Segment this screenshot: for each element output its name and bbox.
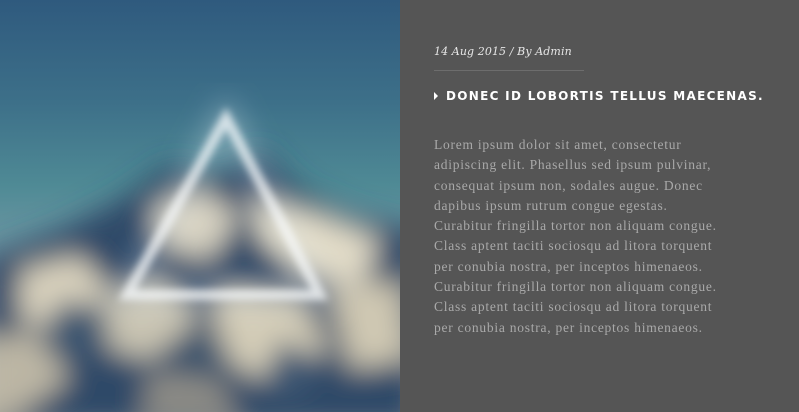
post-title-text[interactable]: DONEC ID LOBORTIS TELLUS MAECENAS. [446,89,764,103]
caret-right-icon [434,92,438,100]
blog-post-card: 14 Aug 2015 / By Admin DONEC ID LOBORTIS… [0,0,799,412]
blurred-mountain-triangle-image [0,95,400,412]
post-meta[interactable]: 14 Aug 2015 / By Admin [434,45,572,58]
post-title[interactable]: DONEC ID LOBORTIS TELLUS MAECENAS. [434,89,764,103]
post-featured-image[interactable] [0,0,400,412]
post-content: 14 Aug 2015 / By Admin DONEC ID LOBORTIS… [400,0,799,412]
meta-divider [434,70,584,71]
post-excerpt: Lorem ipsum dolor sit amet, consectetur … [434,137,717,335]
